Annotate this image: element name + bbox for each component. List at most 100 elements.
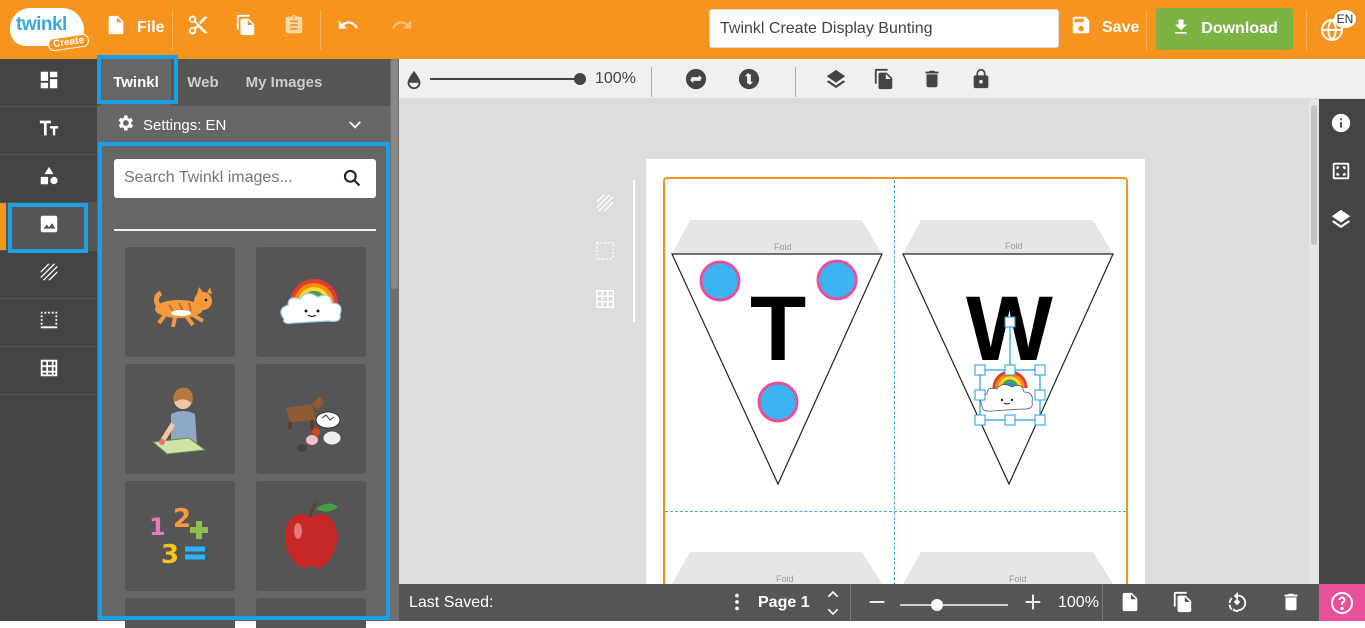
selected-rainbow-cloud[interactable] <box>970 312 1050 427</box>
panel-scrollbar-thumb[interactable] <box>391 59 398 289</box>
svg-text:1: 1 <box>149 513 166 541</box>
zoom-value: 100% <box>1058 594 1099 611</box>
canvas-scrollbar-thumb[interactable] <box>1311 105 1317 245</box>
duplicate-button[interactable] <box>873 68 895 90</box>
toolbar-divider <box>1146 10 1147 50</box>
paste-button[interactable] <box>283 14 305 41</box>
search-icon[interactable] <box>342 168 362 188</box>
scissors-icon <box>187 14 209 41</box>
zoom-slider-handle[interactable] <box>931 599 943 611</box>
language-code: EN <box>1334 10 1356 28</box>
farm-animals-image <box>284 396 342 452</box>
settings-toggle[interactable]: Settings: EN <box>97 106 390 144</box>
grid-icon[interactable] <box>594 288 616 310</box>
border-icon[interactable] <box>594 240 616 262</box>
rail-item-borders[interactable] <box>0 299 97 347</box>
zoom-in-button[interactable] <box>1022 591 1044 613</box>
language-selector[interactable]: EN <box>1320 10 1356 46</box>
file-label: File <box>137 18 165 36</box>
rail-item-grid[interactable] <box>0 347 97 395</box>
opacity-icon <box>403 69 425 91</box>
panel-scrollbar[interactable] <box>390 59 399 621</box>
copy-button[interactable] <box>235 14 257 41</box>
bottom-status-bar: Last Saved: Page 1 100% <box>399 584 1365 621</box>
undo-button[interactable] <box>337 14 359 41</box>
zoom-slider-track[interactable] <box>900 604 1008 606</box>
thumbnail-girl-painting[interactable] <box>125 364 235 474</box>
image-search-input[interactable] <box>114 159 324 196</box>
last-saved-label: Last Saved: <box>409 594 494 611</box>
document-title-input[interactable] <box>709 9 1059 48</box>
delete-button[interactable] <box>921 68 943 90</box>
image-panel: Twinkl Web My Images Settings: EN Search… <box>97 59 390 628</box>
toolbar-divider <box>795 67 796 97</box>
help-button[interactable] <box>1319 584 1365 621</box>
save-icon <box>1070 14 1102 41</box>
canvas-toolbar: 100% <box>399 59 1365 99</box>
cut-button[interactable] <box>187 14 209 41</box>
lock-button[interactable] <box>970 68 992 90</box>
clipboard-icon <box>283 14 305 41</box>
thumbnail-numbers[interactable]: 1 2 3 <box>125 481 235 591</box>
rainbow-cloud-image <box>280 279 342 325</box>
fold-label: Fold <box>774 242 792 252</box>
layers-icon[interactable] <box>1330 208 1352 230</box>
girl-painting-image <box>151 387 207 455</box>
page-size-icon[interactable] <box>1330 160 1352 182</box>
rail-item-text[interactable] <box>0 107 97 155</box>
logo-word: twinkl <box>16 14 67 35</box>
image-search <box>114 159 376 198</box>
thumbnail-partial[interactable] <box>256 598 366 628</box>
download-button[interactable]: Download <box>1156 8 1293 50</box>
previous-page-button[interactable] <box>825 586 841 602</box>
delete-page-button[interactable] <box>1280 591 1302 613</box>
duplicate-page-button[interactable] <box>1172 591 1194 613</box>
guide-line-horizontal <box>665 511 1126 512</box>
opacity-slider-track[interactable] <box>430 78 580 80</box>
add-page-button[interactable] <box>1119 591 1141 613</box>
thumbnail-apple[interactable] <box>256 481 366 591</box>
thumbnail-rainbow-cloud[interactable] <box>256 247 366 357</box>
images-icon <box>38 213 60 240</box>
help-icon <box>1331 591 1353 614</box>
flip-vertical-button[interactable] <box>738 68 760 90</box>
thumbnail-cat[interactable] <box>125 247 235 357</box>
file-menu-button[interactable]: File <box>105 14 165 41</box>
background-pattern-icon[interactable] <box>594 192 616 214</box>
top-toolbar: twinkl Create File Save Download EN <box>0 0 1365 59</box>
undo-icon <box>337 14 359 41</box>
canvas-scrollbar[interactable] <box>1309 99 1319 584</box>
text-icon <box>38 117 60 144</box>
redo-button[interactable] <box>391 14 413 41</box>
pennant-letter[interactable]: T <box>750 283 806 375</box>
thumbnail-partial[interactable] <box>125 598 235 628</box>
download-icon <box>1171 17 1201 42</box>
rail-item-images[interactable] <box>0 203 97 251</box>
grid-icon <box>38 357 60 384</box>
apple-image <box>284 501 338 568</box>
left-tool-rail <box>0 59 97 621</box>
page-menu-button[interactable] <box>726 591 748 613</box>
svg-text:3: 3 <box>161 540 179 570</box>
status-divider <box>1102 584 1103 621</box>
tab-web[interactable]: Web <box>177 59 229 106</box>
rail-item-templates[interactable] <box>0 59 97 107</box>
tab-my-images[interactable]: My Images <box>237 59 331 106</box>
thumbnail-farm-animals[interactable] <box>256 364 366 474</box>
save-button[interactable]: Save <box>1070 14 1139 41</box>
twinkl-create-logo[interactable]: twinkl Create <box>10 8 90 52</box>
rotate-page-button[interactable] <box>1226 591 1248 613</box>
flip-horizontal-button[interactable] <box>685 68 707 90</box>
page-side-tools <box>591 180 635 322</box>
page-indicator: Page 1 <box>758 594 810 611</box>
layers-button[interactable] <box>825 68 847 90</box>
rail-item-backgrounds[interactable] <box>0 251 97 299</box>
borders-icon <box>38 309 60 336</box>
zoom-out-button[interactable] <box>866 591 888 613</box>
shapes-icon <box>38 165 60 192</box>
next-page-button[interactable] <box>825 604 841 620</box>
info-icon[interactable] <box>1330 112 1352 134</box>
opacity-slider-handle[interactable] <box>574 73 586 85</box>
tab-twinkl[interactable]: Twinkl <box>101 59 171 106</box>
rail-item-shapes[interactable] <box>0 155 97 203</box>
